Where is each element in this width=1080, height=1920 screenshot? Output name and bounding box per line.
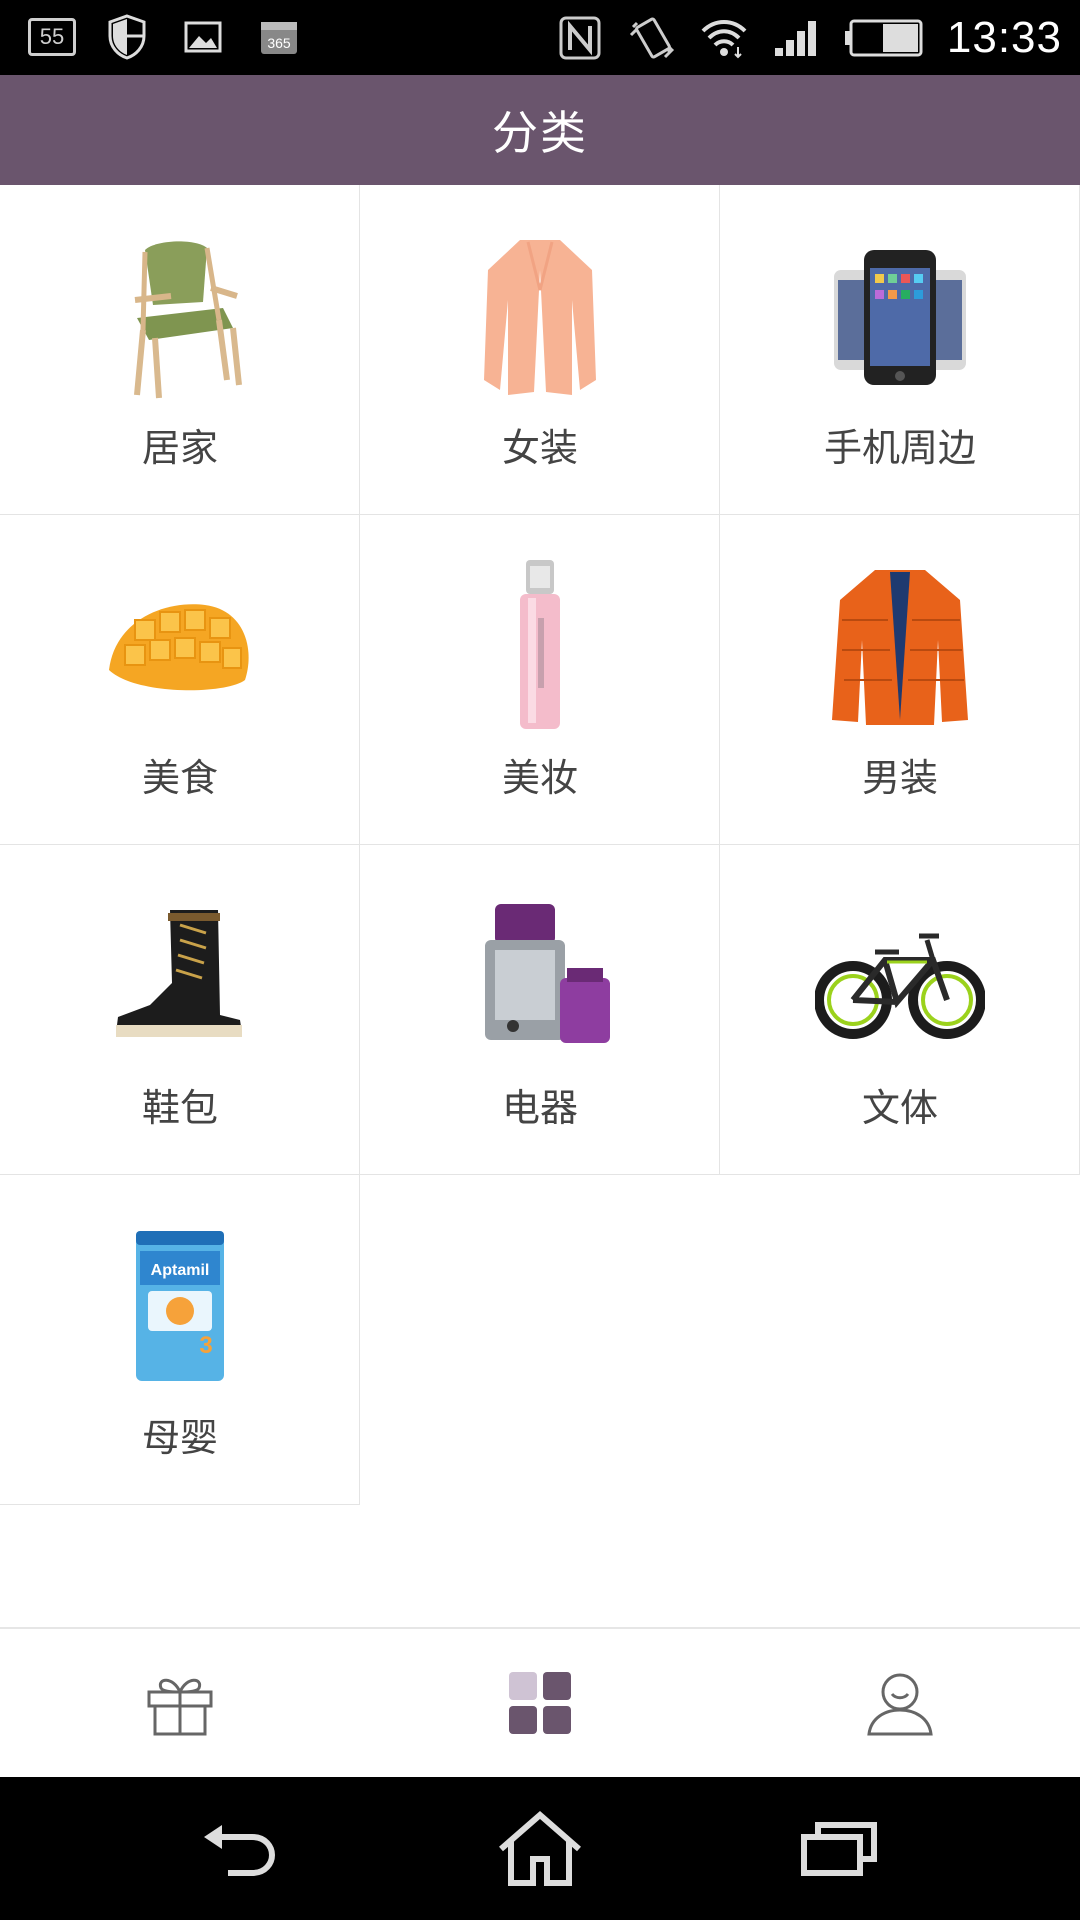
calendar-365-text: 365 <box>267 35 291 51</box>
status-time: 13:33 <box>946 13 1062 62</box>
category-label: 男装 <box>861 756 938 800</box>
bottom-nav <box>0 1627 1080 1777</box>
status-right-icons: 13:33 <box>555 10 1062 66</box>
nav-tab-profile[interactable] <box>720 1629 1080 1777</box>
category-label: 居家 <box>141 426 218 470</box>
system-nav-bar <box>0 1777 1080 1920</box>
page-title: 分类 <box>492 106 588 160</box>
category-label: 母婴 <box>141 1416 218 1460</box>
category-label: 女装 <box>501 426 578 470</box>
calendar-365-icon: 365 <box>254 14 304 60</box>
category-label: 鞋包 <box>141 1086 218 1130</box>
wifi-icon <box>699 15 749 61</box>
signal-icon <box>771 15 821 61</box>
image-icon <box>178 14 228 60</box>
svg-text:3: 3 <box>199 1332 212 1359</box>
category-label: 电器 <box>501 1086 578 1130</box>
back-icon <box>204 1824 276 1876</box>
mango-icon <box>95 555 265 735</box>
category-item-phone-accessories[interactable]: 手机周边 <box>720 185 1080 515</box>
jacket-icon <box>815 555 985 735</box>
phones-icon <box>815 225 985 405</box>
juicer-icon <box>455 885 625 1065</box>
brand-text: Aptamil <box>151 1262 210 1279</box>
shield-icon <box>102 14 152 60</box>
gift-icon <box>147 1678 213 1736</box>
status-bar: 55 365 13:33 <box>0 0 1080 75</box>
category-item-shoes-bags[interactable]: 鞋包 <box>0 845 360 1175</box>
vibrate-icon <box>627 15 677 61</box>
app-header: 分类 <box>0 75 1080 185</box>
bicycle-icon <box>815 885 985 1065</box>
category-label: 手机周边 <box>823 426 976 470</box>
category-item-womens-clothing[interactable]: 女装 <box>360 185 720 515</box>
category-item-appliances[interactable]: 电器 <box>360 845 720 1175</box>
category-item-sports-stationery[interactable]: 文体 <box>720 845 1080 1175</box>
status-left-icons: 55 365 <box>28 14 304 60</box>
nav-tab-categories[interactable] <box>360 1629 720 1777</box>
formula-can-icon: Aptamil 3 <box>95 1215 265 1395</box>
home-icon <box>499 1810 581 1886</box>
category-label: 美食 <box>141 756 218 800</box>
profile-icon <box>867 1673 933 1736</box>
battery-icon <box>843 15 925 61</box>
category-grid-icon <box>509 1672 571 1734</box>
category-item-cosmetics[interactable]: 美妆 <box>360 515 720 845</box>
cardigan-icon <box>455 225 625 405</box>
nav-tab-gifts[interactable] <box>0 1629 360 1777</box>
category-label: 文体 <box>861 1086 938 1130</box>
lipgloss-icon <box>455 555 625 735</box>
recents-icon <box>801 1821 877 1876</box>
chair-icon <box>95 225 265 405</box>
boot-icon <box>95 885 265 1065</box>
category-item-mens-clothing[interactable]: 男装 <box>720 515 1080 845</box>
category-item-home[interactable]: 居家 <box>0 185 360 515</box>
category-item-food[interactable]: 美食 <box>0 515 360 845</box>
category-label: 美妆 <box>501 756 578 800</box>
category-item-mother-baby[interactable]: Aptamil 3 母婴 <box>0 1175 360 1505</box>
notification-55-icon: 55 <box>28 18 76 56</box>
system-recents-button[interactable] <box>660 1777 1020 1920</box>
nfc-icon <box>555 15 605 61</box>
notification-count: 55 <box>39 24 65 49</box>
